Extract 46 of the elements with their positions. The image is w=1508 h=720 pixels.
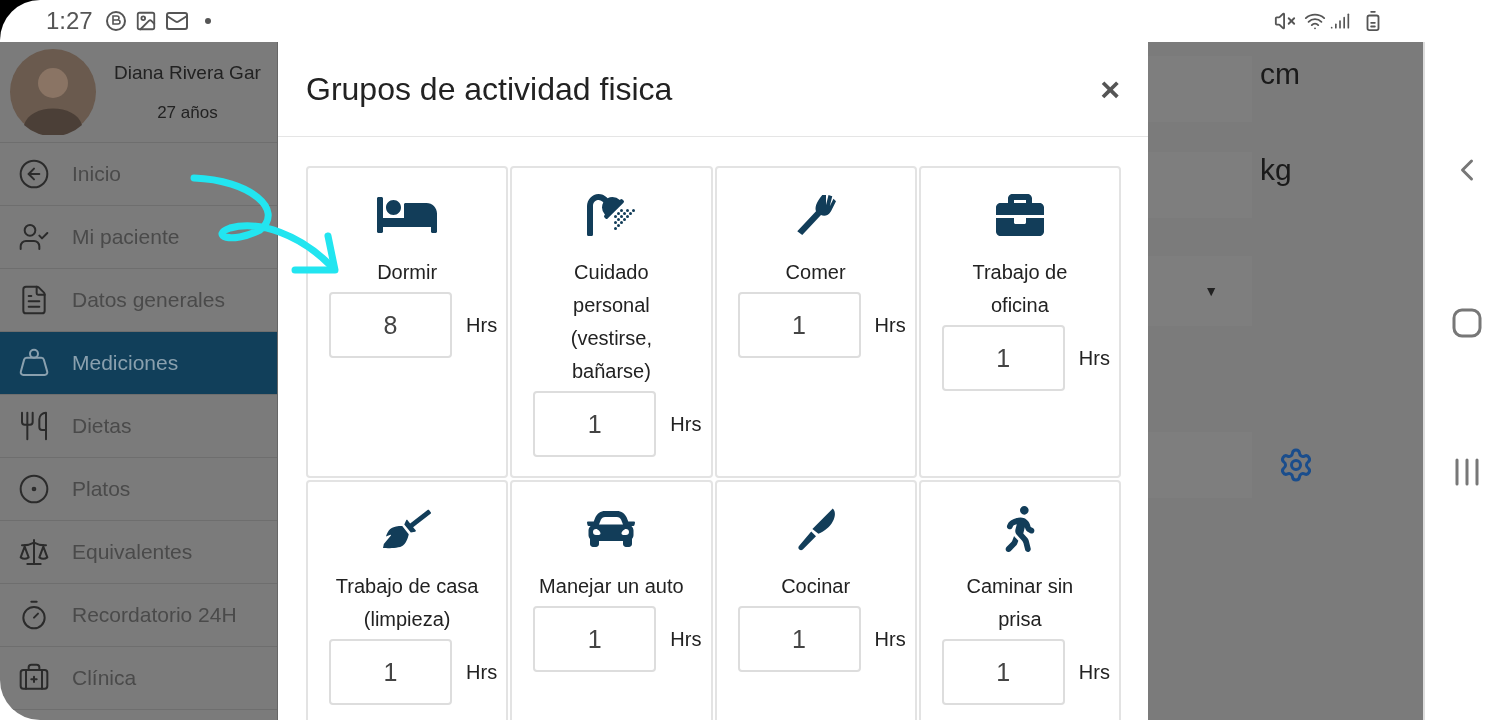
hours-input[interactable]: 8 [329,292,453,358]
unit-label: Hrs [670,412,702,437]
hours-input[interactable]: 1 [329,639,453,705]
activity-label: Dormir [377,260,438,285]
gallery-icon [134,10,157,32]
utensils-icon [18,410,50,442]
unit-label: kg [1260,155,1292,188]
scale-icon [18,347,50,379]
unit-label: Hrs [670,627,702,652]
activity-label: Trabajo de casa (limpieza) [334,574,480,632]
unit-label: Hrs [1078,660,1110,685]
unit-label: Hrs [874,313,906,338]
mail-icon [164,9,189,33]
home-icon[interactable] [1451,308,1482,338]
activity-label: Cocinar [781,574,851,599]
briefcase-icon [995,191,1044,239]
signal-icon [1330,11,1350,31]
patient-name: Diana Rivera Gar [114,61,261,85]
hours-input[interactable]: 1 [737,606,861,672]
hours-input[interactable]: 1 [533,391,657,457]
unit-label: cm [1260,59,1300,92]
balance-icon [18,536,50,568]
unit-label: Hrs [466,660,498,685]
hours-input[interactable]: 1 [941,639,1065,705]
close-button[interactable]: × [1100,72,1120,106]
unit-label: Hrs [1078,346,1110,371]
activity-label: Manejar un auto [539,574,684,599]
activity-label: Cuidado personal (vestirse, bañarse) [569,260,653,384]
activity-label: Comer [785,260,846,285]
target-icon [18,473,50,505]
user-check-icon [18,221,50,253]
chat-bubble-icon [104,10,127,32]
hours-input[interactable]: 1 [737,292,861,358]
unit-label: Hrs [466,313,498,338]
activity-label: Caminar sin prisa [965,574,1075,632]
hours-input[interactable]: 1 [533,606,657,672]
patient-age: 27 años [157,101,218,124]
unit-label: Hrs [874,627,906,652]
modal-title: Grupos de actividad fisica [306,70,673,109]
activity-label: Trabajo de oficina [971,260,1069,318]
clock-time: 1:27 [46,6,93,36]
hours-input[interactable]: 1 [941,325,1065,391]
shower-icon [587,191,636,239]
dropdown-caret: ▼ [1204,281,1218,301]
sidebar-item[interactable]: Mediciones [0,332,277,395]
mute-icon [1274,10,1296,32]
